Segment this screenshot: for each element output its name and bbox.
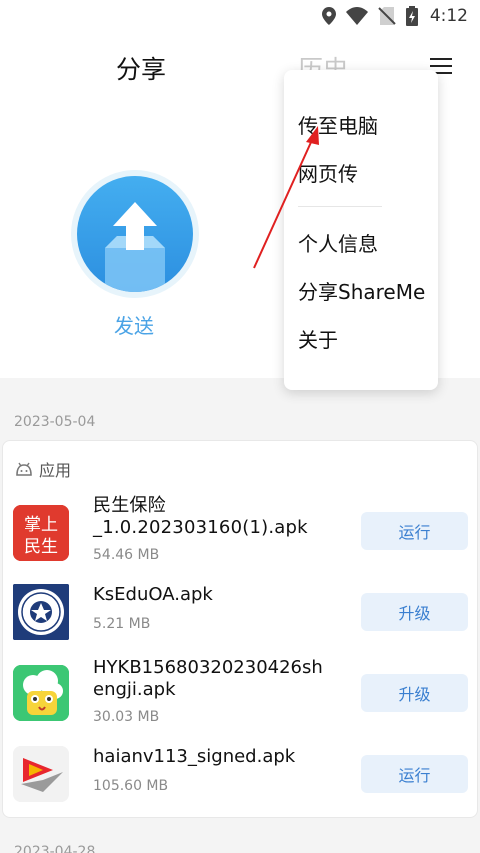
app-name: HYKB15680320230426shengji.apk	[93, 657, 323, 700]
app-size: 54.46 MB	[93, 547, 160, 563]
app-size: 30.03 MB	[93, 709, 160, 725]
history-list: 2023-05-04 应用 掌上 民生 民生保险_1.0.202303160(1…	[0, 378, 480, 853]
menu-item-profile[interactable]: 个人信息	[298, 228, 378, 257]
list-item[interactable]: haianv113_signed.apk 105.60 MB 运行	[3, 736, 479, 816]
list-item[interactable]: 掌上 民生 民生保险_1.0.202303160(1).apk 54.46 MB…	[3, 493, 479, 573]
battery-charging-icon	[405, 6, 418, 26]
upgrade-button[interactable]: 升级	[361, 674, 468, 712]
hykb-mascot-icon	[13, 665, 69, 721]
menu-item-share-shareme[interactable]: 分享ShareMe	[298, 276, 425, 305]
menu-divider	[298, 206, 382, 207]
send-label: 发送	[114, 314, 154, 338]
tab-share[interactable]: 分享	[116, 50, 166, 86]
status-time: 4:12	[429, 6, 468, 26]
overflow-menu: 传至电脑 网页传 个人信息 分享ShareMe 关于	[284, 70, 438, 390]
menu-item-about[interactable]: 关于	[298, 324, 338, 353]
app-name: haianv113_signed.apk	[93, 746, 296, 767]
app-name: 民生保险_1.0.202303160(1).apk	[93, 495, 308, 538]
icon-text-2: 民生	[24, 537, 58, 557]
app-name: KsEduOA.apk	[93, 584, 213, 605]
list-item[interactable]: HYKB15680320230426shengji.apk 30.03 MB 升…	[3, 655, 479, 735]
ksedu-seal-icon	[13, 584, 69, 640]
apps-card: 应用 掌上 民生 民生保险_1.0.202303160(1).apk 54.46…	[2, 440, 478, 818]
app-size: 105.60 MB	[93, 778, 169, 794]
section-title: 应用	[39, 461, 72, 480]
menu-item-send-to-pc[interactable]: 传至电脑	[298, 110, 378, 139]
run-button[interactable]: 运行	[361, 755, 468, 793]
android-icon	[16, 462, 32, 476]
menu-item-web-share[interactable]: 网页传	[298, 158, 358, 187]
list-item[interactable]: KsEduOA.apk 5.21 MB 升级	[3, 574, 479, 654]
haian-play-icon	[13, 746, 69, 802]
date-label: 2023-05-04	[14, 414, 96, 430]
status-icons: 4:12	[321, 6, 468, 26]
location-icon	[321, 7, 336, 25]
no-sim-icon	[378, 7, 396, 25]
send-button[interactable]	[71, 170, 199, 298]
status-bar: 4:12	[0, 0, 480, 34]
date-label: 2023-04-28	[14, 844, 96, 853]
app-size: 5.21 MB	[93, 616, 151, 632]
upload-icon	[77, 176, 193, 292]
run-button[interactable]: 运行	[361, 512, 468, 550]
section-header: 应用	[15, 457, 71, 481]
upgrade-button[interactable]: 升级	[361, 593, 468, 631]
wifi-icon	[345, 7, 368, 25]
minsheng-app-icon: 掌上 民生	[13, 505, 69, 561]
icon-text-1: 掌上	[24, 515, 58, 535]
